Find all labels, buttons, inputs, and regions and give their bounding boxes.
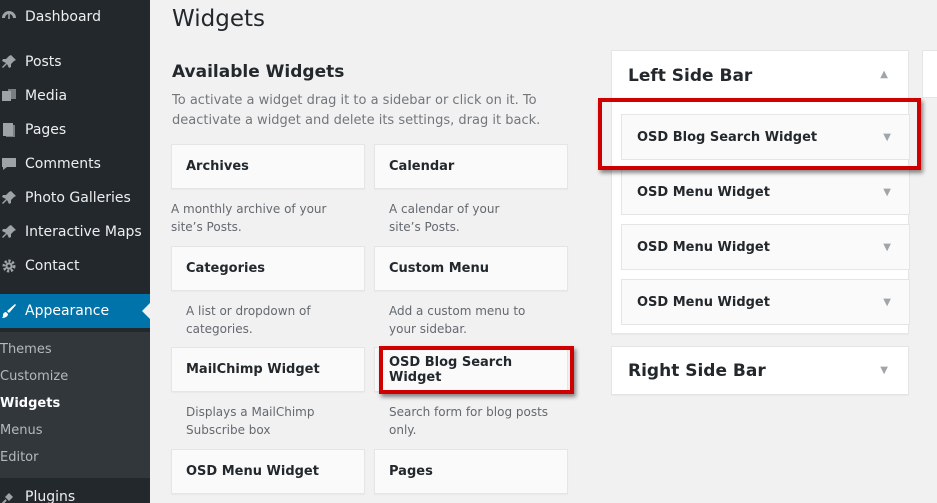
pin-icon bbox=[0, 223, 18, 241]
menu-pages-label: Pages bbox=[25, 122, 67, 138]
submenu-widgets[interactable]: Widgets bbox=[0, 396, 60, 411]
menu-dashboard[interactable]: Dashboard bbox=[0, 0, 150, 34]
menu-media[interactable]: Media bbox=[0, 79, 150, 113]
widget-title: OSD Blog Search Widget bbox=[637, 129, 818, 145]
widget-description: Displays a MailChimp Subscribe box bbox=[186, 405, 315, 437]
collapse-arrow-icon[interactable]: ▲ bbox=[880, 69, 888, 80]
menu-photo-galleries[interactable]: Photo Galleries bbox=[0, 181, 150, 215]
menu-media-label: Media bbox=[25, 88, 68, 104]
widget-pages[interactable]: Pages bbox=[374, 449, 568, 494]
menu-plugins[interactable]: Plugins bbox=[0, 480, 150, 503]
menu-posts[interactable]: Posts bbox=[0, 45, 150, 79]
menu-pages[interactable]: Pages bbox=[0, 113, 150, 147]
next-sidebar-panel bbox=[922, 50, 937, 98]
widget-description: A monthly archive of your site’s Posts. bbox=[171, 202, 327, 234]
left-sidebar-widget[interactable]: OSD Menu Widget ▼ bbox=[621, 224, 910, 270]
menu-comments[interactable]: Comments bbox=[0, 147, 150, 181]
left-side-bar-title[interactable]: Left Side Bar bbox=[628, 66, 752, 86]
submenu-editor[interactable]: Editor bbox=[0, 450, 38, 465]
widget-title: Pages bbox=[389, 464, 433, 479]
submenu-menus[interactable]: Menus bbox=[0, 423, 42, 438]
widget-description: A calendar of your site’s Posts. bbox=[389, 202, 500, 234]
widget-archives[interactable]: Archives bbox=[171, 144, 365, 189]
widget-description: A list or dropdown of categories. bbox=[186, 304, 311, 336]
widget-title: OSD Menu Widget bbox=[637, 184, 770, 200]
widget-osd-blog-search[interactable]: OSD Blog Search Widget bbox=[374, 347, 568, 392]
menu-appearance[interactable]: Appearance bbox=[0, 294, 150, 328]
pin-icon bbox=[0, 189, 18, 207]
widget-title: OSD Menu Widget bbox=[637, 294, 770, 310]
submenu-customize[interactable]: Customize bbox=[0, 369, 68, 384]
widget-calendar[interactable]: Calendar bbox=[374, 144, 568, 189]
menu-dashboard-label: Dashboard bbox=[25, 9, 101, 25]
widget-mailchimp[interactable]: MailChimp Widget bbox=[171, 347, 365, 392]
widget-description: Add a custom menu to your sidebar. bbox=[389, 304, 526, 336]
expand-arrow-icon[interactable]: ▼ bbox=[883, 187, 891, 198]
pin-icon bbox=[0, 53, 18, 71]
pages-icon bbox=[0, 121, 18, 139]
menu-comments-label: Comments bbox=[25, 156, 101, 172]
available-widgets-description: To activate a widget drag it to a sideba… bbox=[172, 93, 541, 128]
widget-title: Archives bbox=[186, 159, 249, 174]
gear-icon bbox=[0, 257, 18, 275]
available-widgets-heading: Available Widgets bbox=[172, 62, 345, 82]
left-sidebar-widget[interactable]: OSD Menu Widget ▼ bbox=[621, 279, 910, 325]
widget-title: OSD Blog Search Widget bbox=[389, 354, 513, 385]
widget-title: Categories bbox=[186, 261, 266, 276]
submenu-themes[interactable]: Themes bbox=[0, 342, 52, 357]
widget-title: Calendar bbox=[389, 159, 455, 174]
widget-title: Custom Menu bbox=[389, 261, 490, 276]
expand-arrow-icon[interactable]: ▼ bbox=[883, 297, 891, 308]
dashboard-icon bbox=[0, 8, 18, 26]
right-side-bar-title[interactable]: Right Side Bar bbox=[628, 361, 766, 381]
widget-description: Search form for blog posts only. bbox=[389, 405, 549, 437]
comments-icon bbox=[0, 155, 18, 173]
admin-sidebar: Dashboard Posts Media Pages Comments Pho… bbox=[0, 0, 150, 503]
widget-title: MailChimp Widget bbox=[186, 362, 320, 377]
appearance-submenu: Themes Customize Widgets Menus Editor bbox=[0, 332, 150, 478]
widget-title: OSD Menu Widget bbox=[637, 239, 770, 255]
media-icon bbox=[0, 87, 18, 105]
menu-appearance-label: Appearance bbox=[25, 303, 110, 319]
menu-posts-label: Posts bbox=[25, 54, 62, 70]
brush-icon bbox=[0, 302, 18, 320]
expand-arrow-icon[interactable]: ▼ bbox=[880, 365, 888, 376]
widget-custom-menu[interactable]: Custom Menu bbox=[374, 246, 568, 291]
menu-photo-galleries-label: Photo Galleries bbox=[25, 190, 131, 206]
right-side-bar-panel: Right Side Bar ▼ bbox=[611, 346, 909, 395]
left-side-bar-panel: Left Side Bar ▲ OSD Blog Search Widget ▼… bbox=[611, 50, 910, 334]
widget-title: OSD Menu Widget bbox=[186, 464, 319, 479]
menu-contact-label: Contact bbox=[25, 258, 80, 274]
menu-interactive-maps-label: Interactive Maps bbox=[25, 224, 142, 240]
plugin-icon bbox=[0, 488, 18, 503]
widget-categories[interactable]: Categories bbox=[171, 246, 365, 291]
menu-interactive-maps[interactable]: Interactive Maps bbox=[0, 215, 150, 249]
expand-arrow-icon[interactable]: ▼ bbox=[883, 242, 891, 253]
page-title: Widgets bbox=[172, 6, 265, 32]
menu-plugins-label: Plugins bbox=[25, 489, 76, 503]
left-sidebar-widget[interactable]: OSD Blog Search Widget ▼ bbox=[621, 114, 910, 160]
menu-contact[interactable]: Contact bbox=[0, 249, 150, 283]
widget-osd-menu[interactable]: OSD Menu Widget bbox=[171, 449, 365, 494]
expand-arrow-icon[interactable]: ▼ bbox=[883, 132, 891, 143]
left-sidebar-widget[interactable]: OSD Menu Widget ▼ bbox=[621, 169, 910, 215]
